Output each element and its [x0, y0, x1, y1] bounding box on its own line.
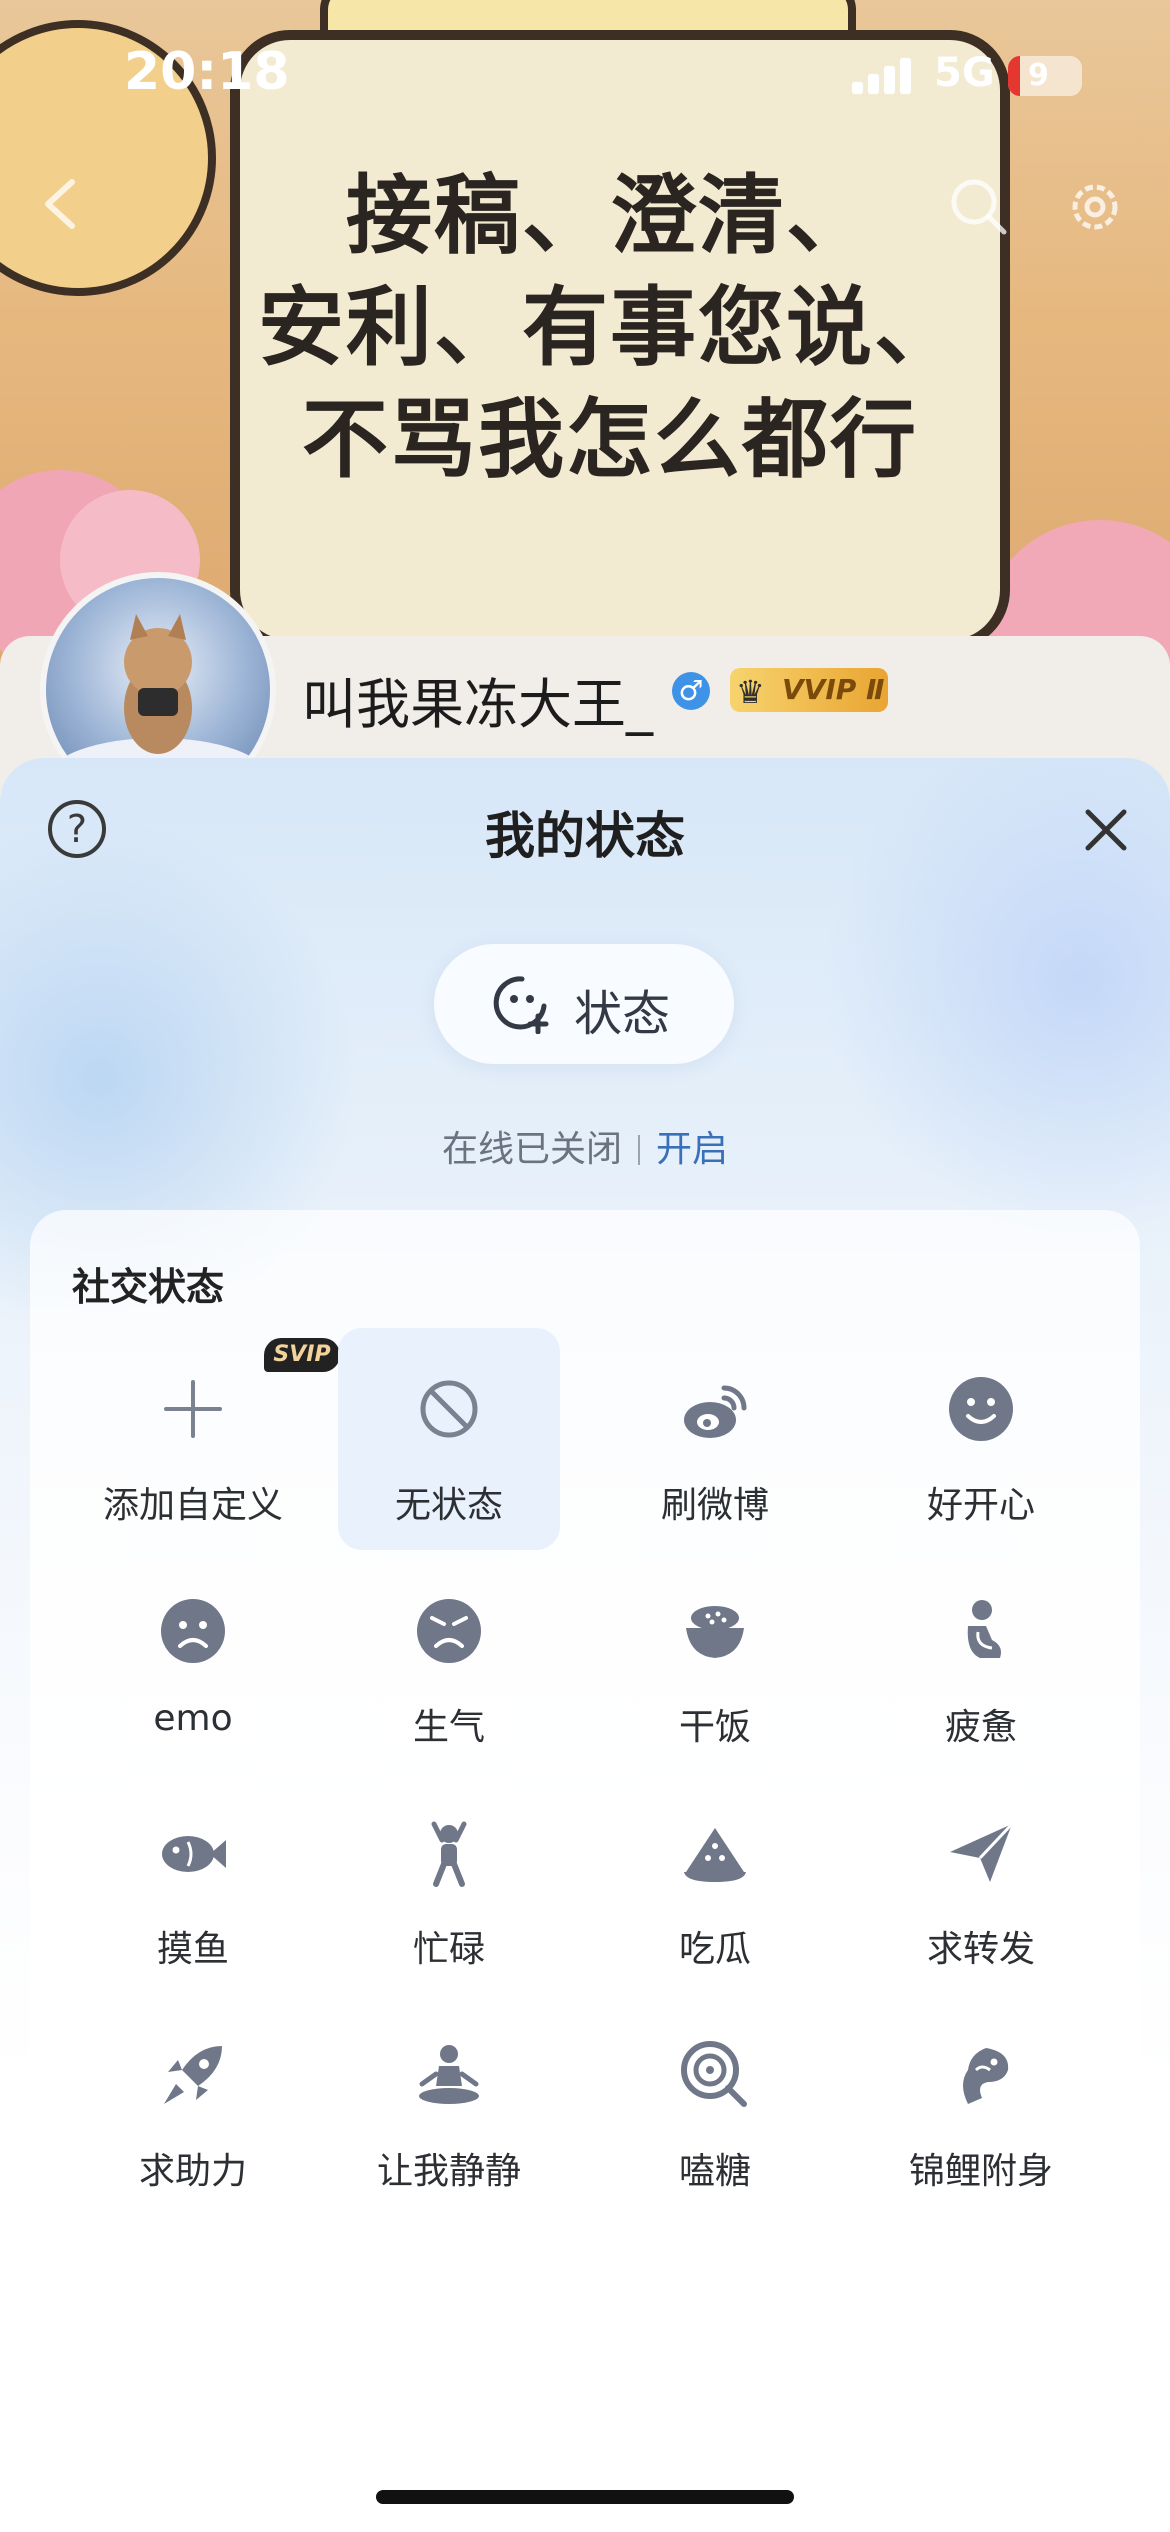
network-type: 5G — [934, 50, 995, 96]
svip-badge: SVIP — [264, 1338, 340, 1372]
close-icon[interactable] — [1078, 802, 1134, 858]
plus-icon — [164, 1380, 222, 1438]
vip-label: VVIP Ⅱ — [782, 673, 885, 706]
status-item-boost[interactable]: 求助力 — [82, 1994, 304, 2216]
status-button-label: 状态 — [574, 986, 671, 1042]
header-poster-text: 接稿、澄清、 安利、有事您说、 不骂我怎么都行 — [258, 166, 962, 490]
status-item-label: 好开心 — [926, 1485, 1035, 1526]
status-item-quiet[interactable]: 让我静静 — [338, 1994, 560, 2216]
status-bottom-sheet: ? 我的状态 状态 在线已关闭 开启 社交状态 SVIP 添加自定义 无状态 刷… — [0, 758, 1170, 2532]
clock: 20:18 — [124, 42, 290, 102]
no-status-icon — [420, 1380, 478, 1438]
status-item-none[interactable]: 无状态 — [338, 1328, 560, 1550]
status-item-add-custom[interactable]: SVIP 添加自定义 — [82, 1328, 340, 1550]
status-item-label: 求助力 — [138, 2151, 247, 2192]
status-button[interactable]: 状态 — [434, 944, 734, 1064]
status-item-eat[interactable]: 干饭 — [604, 1550, 826, 1772]
koi-icon — [963, 2048, 1009, 2104]
status-item-label: emo — [153, 1698, 233, 1739]
status-item-repost[interactable]: 求转发 — [870, 1772, 1092, 1994]
home-indicator[interactable] — [376, 2490, 794, 2504]
battery-icon: 9 — [1008, 56, 1082, 96]
add-status-face-icon — [493, 976, 549, 1034]
status-item-weibo[interactable]: 刷微博 — [604, 1328, 826, 1550]
fish-icon — [162, 1836, 226, 1872]
status-item-emo[interactable]: emo — [82, 1550, 304, 1772]
angry-face-icon — [417, 1599, 481, 1663]
crown-icon: ♛ — [736, 673, 765, 711]
sheet-title: 我的状态 — [485, 807, 685, 865]
status-item-tired[interactable]: 疲惫 — [870, 1550, 1092, 1772]
status-item-label: 求转发 — [926, 1929, 1035, 1970]
weibo-icon — [684, 1385, 747, 1438]
social-status-panel: 社交状态 SVIP 添加自定义 无状态 刷微博 好开心 emo 生气 干饭 疲惫… — [30, 1210, 1140, 2310]
status-item-label: 摸鱼 — [156, 1929, 229, 1970]
status-item-label: 干饭 — [678, 1707, 751, 1748]
status-item-label: 添加自定义 — [102, 1485, 283, 1526]
battery-level: 9 — [1028, 58, 1049, 93]
status-item-watermelon[interactable]: 吃瓜 — [604, 1772, 826, 1994]
section-title: 社交状态 — [72, 1265, 225, 1309]
status-item-label: 让我静静 — [376, 2151, 521, 2192]
status-item-label: 忙碌 — [412, 1929, 485, 1970]
online-status-row: 在线已关闭 开启 — [0, 1120, 1170, 1172]
status-item-angry[interactable]: 生气 — [338, 1550, 560, 1772]
status-item-happy[interactable]: 好开心 — [870, 1328, 1092, 1550]
search-icon[interactable] — [948, 176, 1008, 236]
sad-face-icon — [161, 1599, 225, 1663]
status-item-label: 无状态 — [394, 1485, 503, 1526]
rice-bowl-icon — [686, 1606, 744, 1658]
paper-plane-icon — [950, 1822, 1014, 1882]
back-arrow-icon[interactable] — [34, 176, 90, 232]
rocket-icon — [164, 2046, 222, 2104]
gender-male-icon: ♂ — [672, 672, 710, 710]
meditation-icon — [419, 2045, 479, 2104]
busy-person-icon — [431, 1821, 467, 1887]
status-item-label: 嗑糖 — [678, 2151, 751, 2192]
signal-icon — [852, 58, 916, 94]
username: 叫我果冻大王_ — [302, 673, 653, 736]
status-item-label: 疲惫 — [944, 1707, 1017, 1748]
status-item-koi[interactable]: 锦鲤附身 — [870, 1994, 1092, 2216]
lollipop-icon — [681, 2041, 747, 2107]
online-status-text: 在线已关闭 — [441, 1129, 622, 1170]
status-item-label: 刷微博 — [660, 1485, 769, 1526]
status-bar: 20:18 5G 9 — [0, 0, 1170, 150]
online-enable-link[interactable]: 开启 — [656, 1129, 728, 1170]
status-item-label: 生气 — [412, 1707, 485, 1748]
status-item-busy[interactable]: 忙碌 — [338, 1772, 560, 1994]
gear-icon[interactable] — [1064, 176, 1126, 238]
status-item-label: 吃瓜 — [678, 1929, 751, 1970]
happy-face-icon — [949, 1377, 1013, 1441]
status-item-slack[interactable]: 摸鱼 — [82, 1772, 304, 1994]
tired-person-icon — [967, 1600, 1001, 1658]
vip-badge[interactable]: ♛ VVIP Ⅱ — [730, 668, 888, 712]
watermelon-icon — [684, 1828, 746, 1882]
status-item-candy[interactable]: 嗑糖 — [604, 1994, 826, 2216]
status-item-label: 锦鲤附身 — [908, 2151, 1053, 2192]
